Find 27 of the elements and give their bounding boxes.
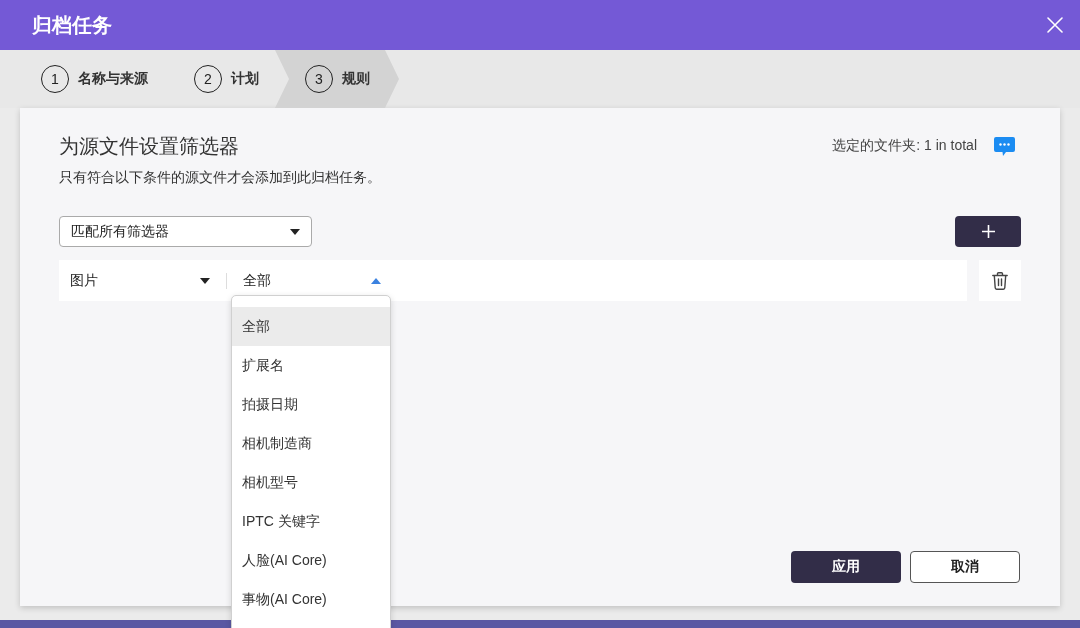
- menu-item[interactable]: 事物(AI Core): [232, 580, 390, 619]
- apply-button[interactable]: 应用: [791, 551, 901, 583]
- step-tab[interactable]: 2 计划: [164, 50, 275, 108]
- match-mode-select[interactable]: 匹配所有筛选器: [59, 216, 312, 247]
- filter-type-select[interactable]: 图片: [59, 260, 226, 301]
- close-icon: [1047, 17, 1063, 33]
- window-title: 归档任务: [32, 12, 112, 38]
- panel-heading: 为源文件设置筛选器: [59, 134, 239, 158]
- speech-bubble-icon[interactable]: [994, 136, 1015, 156]
- plus-icon: [981, 225, 995, 238]
- menu-item[interactable]: 相机型号: [232, 463, 390, 502]
- menu-item[interactable]: 拍摄日期: [232, 385, 390, 424]
- delete-button[interactable]: [979, 260, 1021, 301]
- menu-item[interactable]: IPTC 关键字: [232, 502, 390, 541]
- menu-item[interactable]: 全部: [232, 307, 390, 346]
- panel-description: 只有符合以下条件的源文件才会添加到此归档任务。: [59, 168, 382, 187]
- menu-item[interactable]: 相机制造商: [232, 424, 390, 463]
- close-button[interactable]: [1047, 17, 1063, 33]
- menu-item[interactable]: 扩展名: [232, 346, 390, 385]
- add-filter-button[interactable]: [955, 216, 1021, 247]
- step-tab[interactable]: 1 名称与来源: [11, 50, 164, 108]
- step-tab[interactable]: 3 规则: [275, 50, 399, 108]
- cancel-button[interactable]: 取消: [910, 551, 1020, 583]
- trash-icon: [992, 271, 1008, 290]
- filter-condition-select[interactable]: 全部: [227, 260, 392, 301]
- selected-folders-text: 选定的文件夹: 1 in total: [832, 137, 977, 155]
- menu-item[interactable]: 人脸(AI Core): [232, 541, 390, 580]
